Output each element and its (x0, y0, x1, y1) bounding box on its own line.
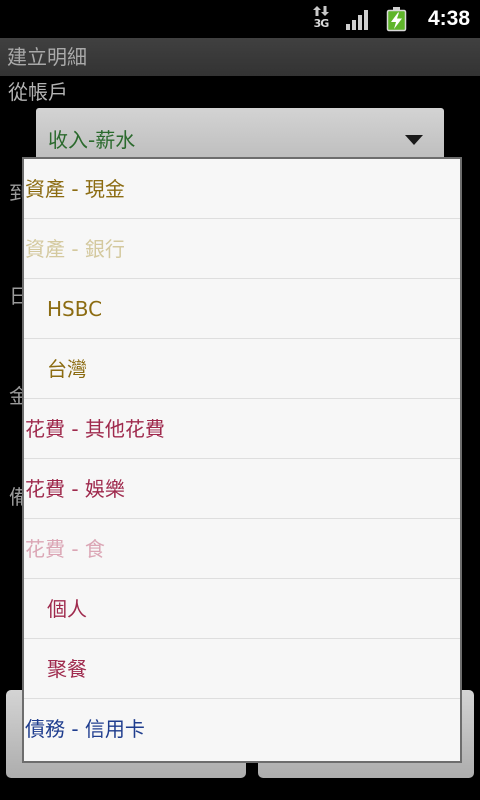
from-account-label: 從帳戶 (8, 80, 68, 104)
data-arrows-icon (313, 6, 329, 16)
dropdown-item-label: 債務 - 信用卡 (25, 717, 145, 741)
dropdown-item: 花費 - 食 (24, 519, 460, 579)
network-type-label: 3G (313, 17, 330, 30)
dropdown-list: 資產 - 現金 資產 - 銀行 HSBC 台灣花費 - 其他花費 花費 - 娛樂 花費 -… (24, 159, 460, 759)
3g-data-icon: 3G (311, 6, 331, 32)
dropdown-item-label: 資產 - 現金 (25, 176, 125, 201)
dropdown-item[interactable]: 債務 - 信用卡 (24, 699, 460, 759)
dropdown-item-label: 花費 - 其他花費 (25, 416, 165, 441)
dropdown-item[interactable]: 花費 - 其他花費 (24, 399, 460, 459)
dropdown-item-label: 資產 - 銀行 (25, 236, 125, 261)
signal-strength-icon (346, 10, 368, 30)
dropdown-item[interactable]: 資產 - 現金 (24, 159, 460, 219)
clock: 4:38 (427, 7, 470, 30)
dropdown-item[interactable]: 花費 - 娛樂 (24, 459, 460, 519)
dropdown-item-label: 花費 - 娛樂 (25, 476, 125, 501)
dropdown-item[interactable]: 個人 (24, 579, 460, 639)
battery-charging-icon (386, 7, 407, 32)
title-bar: 建立明細 (0, 38, 480, 76)
dropdown-item: 資產 - 銀行 (24, 219, 460, 279)
dropdown-item-label: HSBC (47, 296, 103, 321)
dropdown-item[interactable]: HSBC (24, 279, 460, 339)
dropdown-arrow-icon (405, 135, 423, 145)
dropdown-item-label: 個人 (47, 596, 87, 621)
account-picker-dialog: 資產 - 現金 資產 - 銀行 HSBC 台灣花費 - 其他花費 花費 - 娛樂 花費 -… (22, 157, 462, 763)
dropdown-item[interactable]: 台灣 (24, 339, 460, 399)
dropdown-item-label: 花費 - 食 (25, 536, 105, 561)
dropdown-item-label: 台灣 (47, 356, 87, 381)
dropdown-item[interactable]: 聚餐 (24, 639, 460, 699)
page-title: 建立明細 (7, 45, 87, 69)
dropdown-item-label: 聚餐 (47, 656, 87, 681)
status-bar: 3G 4:38 (0, 0, 480, 38)
